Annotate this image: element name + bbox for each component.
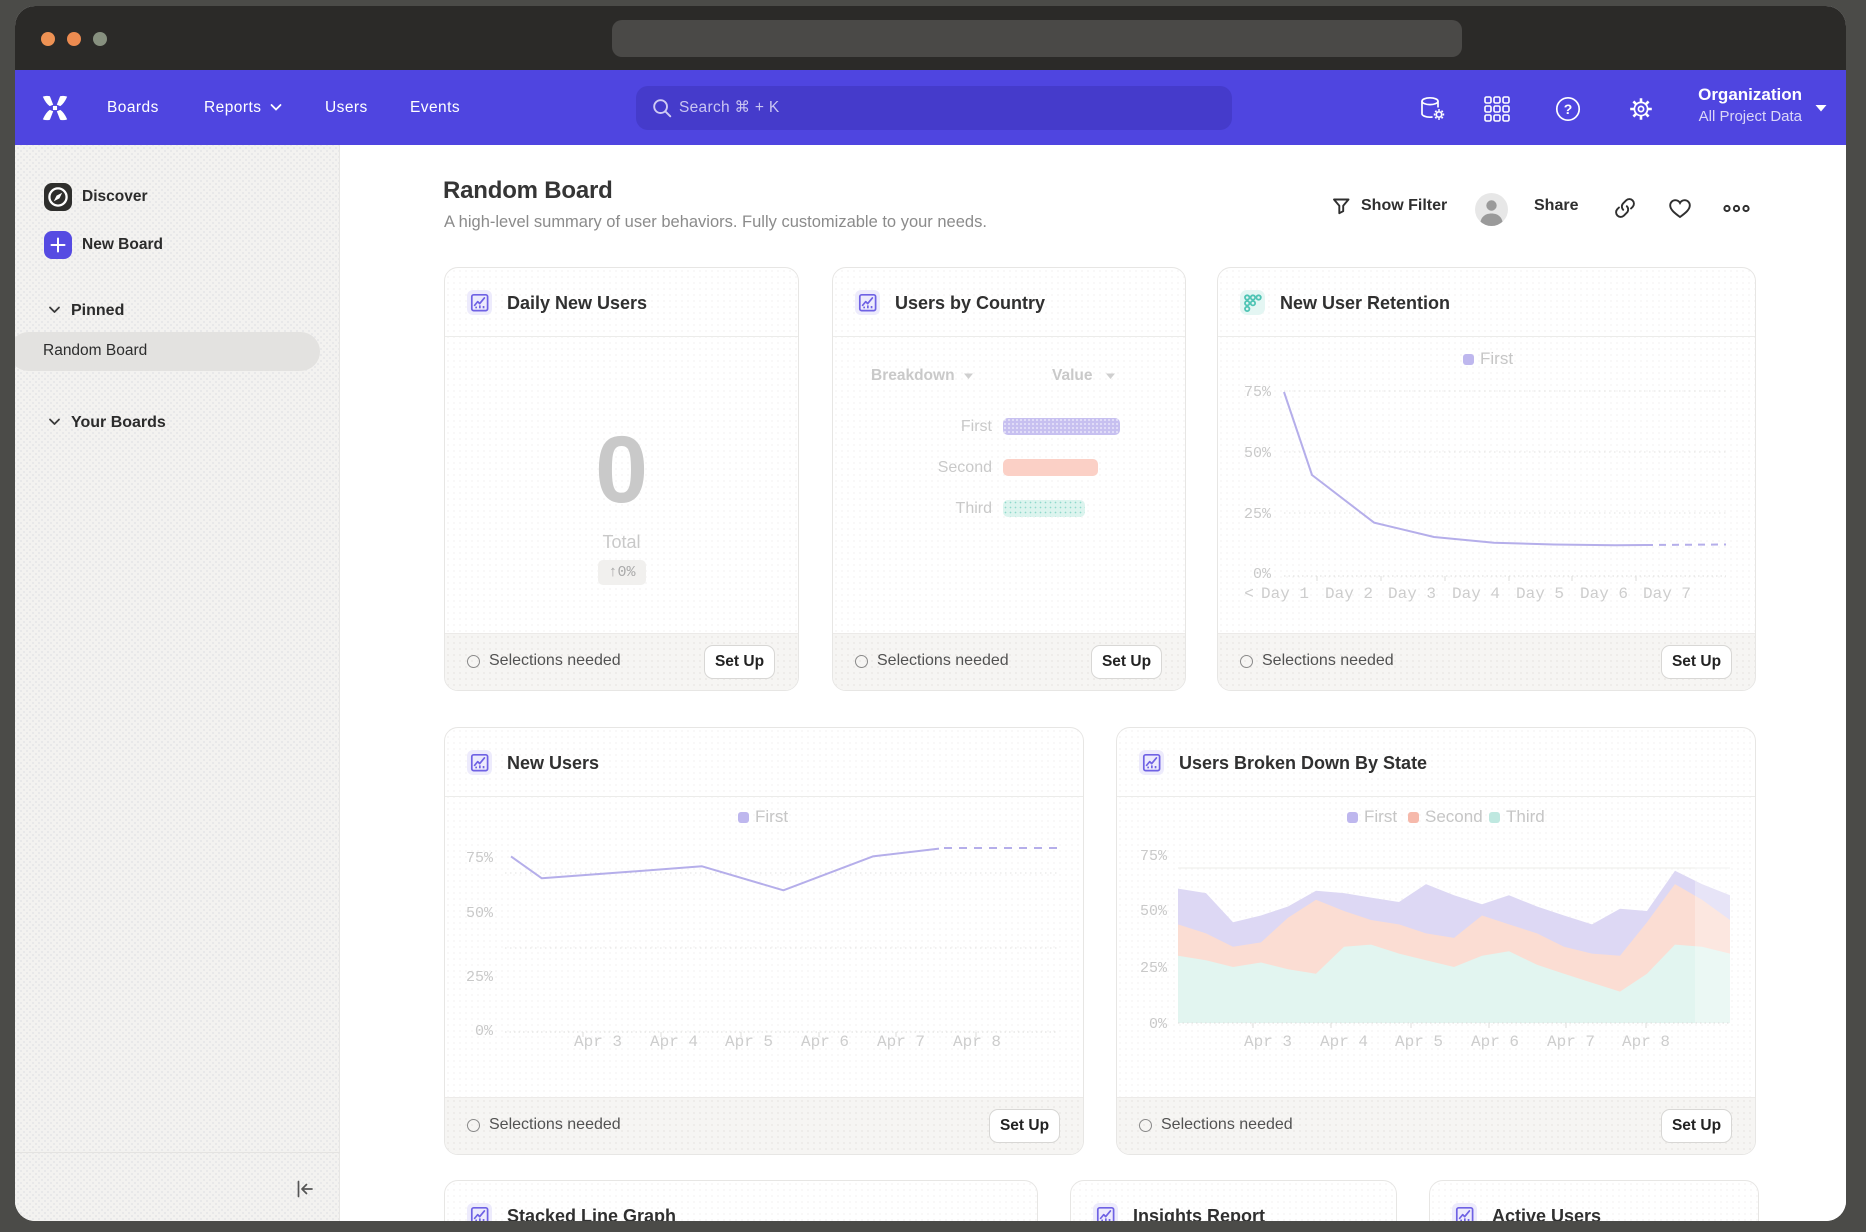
svg-text:First: First [755,807,788,826]
svg-text:Day 1: Day 1 [1261,585,1309,603]
svg-text:Day 7: Day 7 [1643,585,1691,603]
svg-text:Apr 5: Apr 5 [725,1033,773,1051]
svg-text:<: < [1244,585,1254,603]
svg-text:75%: 75% [466,850,494,867]
svg-text:Apr 8: Apr 8 [953,1033,1001,1051]
svg-text:Day 4: Day 4 [1452,585,1500,603]
svg-text:Apr 4: Apr 4 [650,1033,698,1051]
svg-text:50%: 50% [1140,903,1168,920]
svg-text:Apr 6: Apr 6 [1471,1033,1519,1051]
svg-text:0%: 0% [1149,1016,1168,1033]
svg-text:Day 2: Day 2 [1325,585,1373,603]
svg-text:Day 6: Day 6 [1580,585,1628,603]
svg-text:25%: 25% [466,969,494,986]
svg-text:Day 5: Day 5 [1516,585,1564,603]
svg-text:25%: 25% [1140,960,1168,977]
svg-text:Apr 4: Apr 4 [1320,1033,1368,1051]
svg-text:First: First [1480,349,1513,368]
svg-text:Apr 5: Apr 5 [1395,1033,1443,1051]
svg-text:?: ? [1564,101,1573,117]
svg-text:First: First [1364,807,1397,826]
svg-text:0%: 0% [475,1023,494,1040]
svg-text:50%: 50% [1244,445,1272,462]
svg-text:25%: 25% [1244,506,1272,523]
svg-text:50%: 50% [466,905,494,922]
svg-text:Apr 3: Apr 3 [574,1033,622,1051]
svg-text:Apr 3: Apr 3 [1244,1033,1292,1051]
svg-text:Apr 6: Apr 6 [801,1033,849,1051]
svg-text:Second: Second [1425,807,1483,826]
svg-text:Day 3: Day 3 [1388,585,1436,603]
svg-text:75%: 75% [1140,848,1168,865]
svg-text:Apr 7: Apr 7 [877,1033,925,1051]
svg-text:0%: 0% [1253,566,1272,583]
svg-text:Apr 7: Apr 7 [1547,1033,1595,1051]
svg-text:Apr 8: Apr 8 [1622,1033,1670,1051]
svg-text:75%: 75% [1244,384,1272,401]
svg-text:Third: Third [1506,807,1545,826]
